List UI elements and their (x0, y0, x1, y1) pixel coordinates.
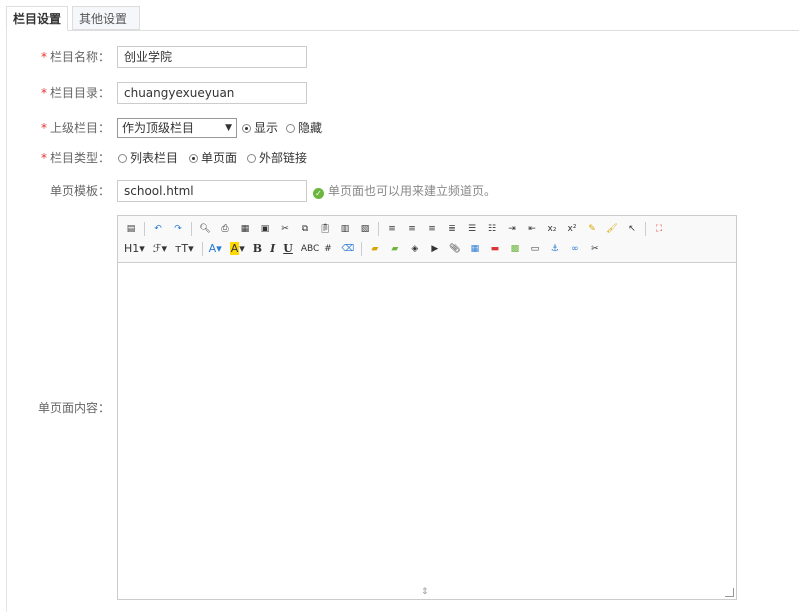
resize-grip-icon[interactable] (725, 588, 734, 597)
required-mark: * (40, 50, 47, 64)
template-input[interactable]: school.html (117, 180, 307, 202)
toolbar-row-2: H1▾ ℱ▾ тT▾ A▾ A▾ B I U ABC # ⌫ ▰ ▰ ◈ ▶ 📎… (124, 239, 608, 259)
row-column-type: * 栏目类型： 列表栏目 单页面 外部链接 (0, 147, 799, 169)
attachment-icon[interactable]: 📎︎ (448, 242, 462, 256)
image-icon[interactable]: ▰ (368, 242, 382, 256)
paste-icon[interactable]: 📋︎ (318, 222, 332, 236)
column-name-input[interactable]: 创业学院 (117, 46, 307, 68)
required-mark: * (40, 151, 47, 165)
source-icon[interactable]: ▤ (124, 222, 138, 236)
column-name-label: * 栏目名称： (40, 50, 110, 64)
radio-unchecked-icon (118, 154, 127, 163)
toolbar-separator (201, 242, 203, 256)
eraser-icon[interactable]: ⌫ (341, 242, 355, 256)
flash-icon[interactable]: ◈ (408, 242, 422, 256)
paste-word-icon[interactable]: ▧ (358, 222, 372, 236)
cut-icon[interactable]: ✂ (278, 222, 292, 236)
column-dir-label: * 栏目目录： (40, 86, 110, 100)
highlight-color-button[interactable]: A▾ (229, 242, 245, 256)
required-mark: * (40, 121, 47, 135)
hr-grid-icon[interactable]: # (321, 242, 335, 256)
editor-content-area[interactable]: ⇕ (118, 263, 736, 599)
italic-button[interactable]: I (270, 242, 275, 256)
undo-icon[interactable]: ↶ (151, 222, 165, 236)
align-justify-icon[interactable]: ≣ (445, 222, 459, 236)
format-painter-icon[interactable]: 🖌︎ (605, 222, 619, 236)
template-hint: ✓ 单页面也可以用来建立频道页。 (313, 180, 496, 202)
subscript-icon[interactable]: x₂ (545, 222, 559, 236)
column-type-label: * 栏目类型： (40, 151, 110, 165)
align-left-icon[interactable]: ≡ (385, 222, 399, 236)
code-icon[interactable]: ▣ (258, 222, 272, 236)
tab-other-settings[interactable]: 其他设置 (72, 6, 140, 30)
multi-image-icon[interactable]: ▰ (388, 242, 402, 256)
radio-unchecked-icon (286, 124, 295, 133)
emoticon-icon[interactable]: ▩ (508, 242, 522, 256)
outdent-icon[interactable]: ⇤ (525, 222, 539, 236)
tab-column-settings[interactable]: 栏目设置 (6, 6, 68, 31)
hide-radio[interactable]: 隐藏 (286, 117, 322, 139)
toolbar-separator (144, 222, 145, 236)
media-icon[interactable]: ▶ (428, 242, 442, 256)
check-circle-icon: ✓ (313, 188, 324, 199)
type-single-radio[interactable]: 单页面 (189, 147, 237, 169)
template-label: 单页模板： (49, 184, 110, 198)
rich-text-editor: ▤ ↶ ↷ 🔍︎ ⎙ ▦ ▣ ✂ ⧉ 📋︎ ▥ ▧ ≡ ≡ ≡ ≣ ☰ ☷ ⇥ … (117, 215, 737, 600)
link-icon[interactable]: ∞ (568, 242, 582, 256)
superscript-icon[interactable]: x² (565, 222, 579, 236)
toolbar-separator (191, 222, 192, 236)
preview-icon[interactable]: 🔍︎ (198, 222, 212, 236)
align-center-icon[interactable]: ≡ (405, 222, 419, 236)
heading-dropdown[interactable]: H1▾ (124, 242, 145, 256)
row-column-name: * 栏目名称： 创业学院 (0, 46, 799, 68)
align-right-icon[interactable]: ≡ (425, 222, 439, 236)
radio-checked-icon (242, 124, 251, 133)
dropdown-arrow-icon: ▼ (225, 123, 232, 133)
font-size-dropdown[interactable]: тT▾ (175, 242, 194, 256)
toolbar-row-1: ▤ ↶ ↷ 🔍︎ ⎙ ▦ ▣ ✂ ⧉ 📋︎ ▥ ▧ ≡ ≡ ≡ ≣ ☰ ☷ ⇥ … (124, 219, 672, 239)
radio-unchecked-icon (247, 154, 256, 163)
toolbar-separator (378, 222, 379, 236)
unordered-list-icon[interactable]: ☷ (485, 222, 499, 236)
print-icon[interactable]: ⎙ (218, 222, 232, 236)
type-list-radio[interactable]: 列表栏目 (118, 147, 178, 169)
bold-button[interactable]: B (253, 242, 262, 256)
indent-icon[interactable]: ⇥ (505, 222, 519, 236)
copy-icon[interactable]: ⧉ (298, 222, 312, 236)
required-mark: * (40, 86, 47, 100)
parent-column-label: * 上级栏目： (40, 121, 110, 135)
clear-format-icon[interactable]: ✎ (585, 222, 599, 236)
template-icon[interactable]: ▦ (238, 222, 252, 236)
content-label: 单页面内容： (37, 401, 110, 415)
font-family-dropdown[interactable]: ℱ▾ (153, 242, 167, 256)
show-radio[interactable]: 显示 (242, 117, 278, 139)
type-external-radio[interactable]: 外部链接 (247, 147, 307, 169)
row-column-dir: * 栏目目录： chuangyexueyuan (0, 82, 799, 104)
redo-icon[interactable]: ↷ (171, 222, 185, 236)
fullscreen-icon[interactable]: ⛶ (652, 222, 666, 236)
select-all-icon[interactable]: ↖ (625, 222, 639, 236)
resize-handle-icon[interactable]: ⇕ (421, 587, 429, 597)
toolbar-separator (360, 242, 362, 256)
table-icon[interactable]: ▦ (468, 242, 482, 256)
hr-icon[interactable]: ▬ (488, 242, 502, 256)
row-parent-column: * 上级栏目： 作为顶级栏目 ▼ 显示 隐藏 (0, 117, 799, 139)
editor-toolbar: ▤ ↶ ↷ 🔍︎ ⎙ ▦ ▣ ✂ ⧉ 📋︎ ▥ ▧ ≡ ≡ ≡ ≣ ☰ ☷ ⇥ … (118, 216, 736, 263)
paste-text-icon[interactable]: ▥ (338, 222, 352, 236)
font-color-button[interactable]: A▾ (209, 242, 222, 256)
pagebreak-icon[interactable]: ▭ (528, 242, 542, 256)
row-template: 单页模板： school.html ✓ 单页面也可以用来建立频道页。 (0, 180, 799, 202)
strikethrough-icon[interactable]: ABC (301, 242, 319, 256)
ordered-list-icon[interactable]: ☰ (465, 222, 479, 236)
anchor-icon[interactable]: ⚓ (548, 242, 562, 256)
row-content: 单页面内容： (0, 397, 110, 419)
toolbar-separator (645, 222, 646, 236)
radio-checked-icon (189, 154, 198, 163)
parent-column-select[interactable]: 作为顶级栏目 ▼ (117, 118, 237, 138)
tab-bar: 栏目设置 其他设置 (6, 6, 799, 31)
underline-button[interactable]: U (283, 242, 293, 256)
column-dir-input[interactable]: chuangyexueyuan (117, 82, 307, 104)
unlink-icon[interactable]: ✂ (588, 242, 602, 256)
